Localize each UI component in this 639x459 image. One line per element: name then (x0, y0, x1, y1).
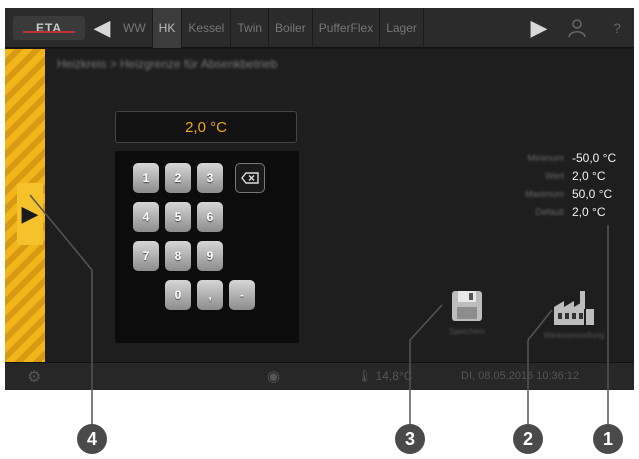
callout-4: 4 (77, 424, 107, 454)
callout-1: 1 (593, 424, 623, 454)
callout-lines (29, 194, 609, 430)
callout-2: 2 (513, 424, 543, 454)
callout-3: 3 (395, 424, 425, 454)
